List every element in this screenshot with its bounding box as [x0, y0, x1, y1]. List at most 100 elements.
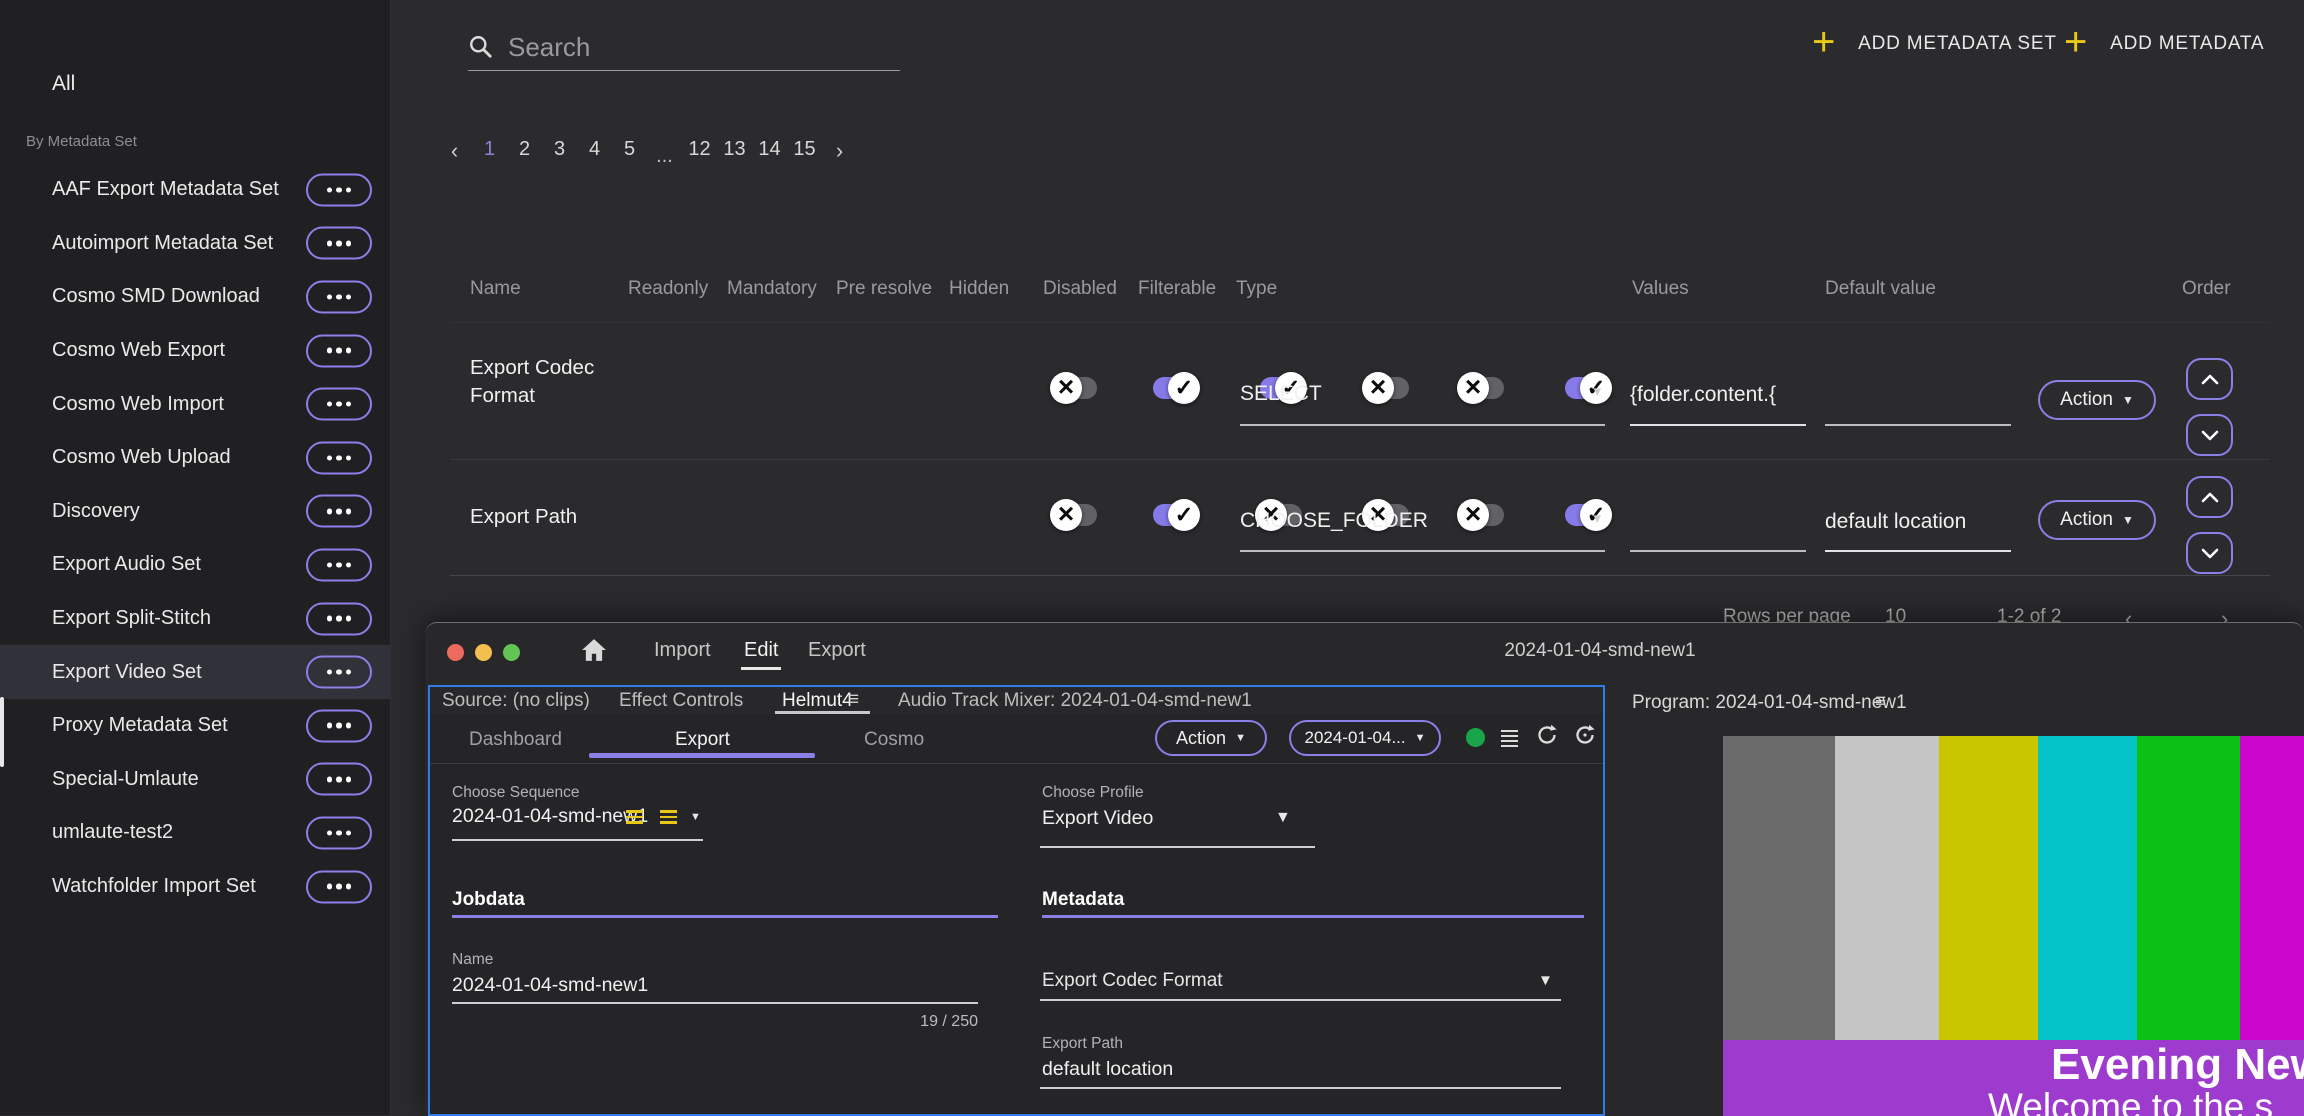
choose-sequence-value[interactable]: 2024-01-04-smd-new1	[452, 805, 648, 828]
page-number[interactable]: 15	[787, 138, 822, 164]
item-menu-button[interactable]	[306, 548, 372, 582]
page-number[interactable]: 3	[542, 138, 577, 164]
sidebar-item[interactable]: Autoimport Metadata Set	[0, 217, 390, 271]
item-menu-button[interactable]	[306, 441, 372, 475]
sequence-select-icon[interactable]	[626, 810, 643, 824]
helmut-sequence-dropdown[interactable]: 2024-01-04... ▼	[1289, 720, 1441, 756]
panel-tab-helmut4[interactable]: Helmut4	[782, 690, 853, 712]
chevron-down-icon[interactable]: ▼	[690, 811, 701, 823]
toggle-mandatory[interactable]	[1148, 498, 1200, 532]
item-menu-button[interactable]	[306, 870, 372, 904]
search-input[interactable]	[506, 30, 900, 64]
add-metadata-button[interactable]: + ADD METADATA	[2058, 22, 2270, 62]
field-underline	[452, 839, 703, 841]
item-menu-button[interactable]	[306, 602, 372, 636]
item-menu-button[interactable]	[306, 655, 372, 689]
page-number[interactable]: 12	[682, 138, 717, 164]
toggle-mandatory[interactable]	[1148, 371, 1200, 405]
item-menu-button[interactable]	[306, 709, 372, 743]
helmut-tab-cosmo[interactable]: Cosmo	[864, 729, 924, 751]
helmut-tab-export[interactable]: Export	[675, 729, 730, 751]
type-select[interactable]: SELECT ▾	[1240, 382, 1605, 406]
move-down-button[interactable]	[2186, 532, 2233, 574]
item-menu-button[interactable]	[306, 387, 372, 421]
values-field[interactable]: {folder.content.{	[1630, 383, 1806, 407]
maximize-window-button[interactable]	[503, 644, 520, 661]
tab-import[interactable]: Import	[654, 639, 711, 662]
smpte-color-bars	[1723, 736, 2304, 1040]
panel-tab-effect-controls[interactable]: Effect Controls	[619, 690, 743, 712]
helmut-tab-dashboard[interactable]: Dashboard	[469, 729, 562, 751]
sidebar-item[interactable]: AAF Export Metadata Set	[0, 163, 390, 217]
item-menu-button[interactable]	[306, 494, 372, 528]
sidebar-item-all[interactable]: All	[52, 72, 75, 96]
sidebar-item[interactable]: Cosmo Web Import	[0, 377, 390, 431]
sidebar-scrollbar[interactable]	[0, 697, 4, 767]
tab-edit[interactable]: Edit	[744, 639, 778, 662]
item-menu-button[interactable]	[306, 816, 372, 850]
move-up-button[interactable]	[2186, 476, 2233, 518]
sidebar-item[interactable]: Special-Umlaute	[0, 753, 390, 807]
move-down-button[interactable]	[2186, 414, 2233, 456]
tab-export[interactable]: Export	[808, 639, 866, 662]
sidebar-item[interactable]: Discovery	[0, 485, 390, 539]
sidebar-item-selected[interactable]: Export Video Set	[0, 645, 390, 699]
action-label: Action	[2060, 509, 2113, 530]
page-number[interactable]: 1	[472, 138, 507, 164]
page-number[interactable]: 14	[752, 138, 787, 164]
helmut-action-dropdown[interactable]: Action ▼	[1155, 720, 1267, 756]
page-number[interactable]: 13	[717, 138, 752, 164]
log-list-icon[interactable]	[1501, 730, 1518, 748]
page-number[interactable]: 2	[507, 138, 542, 164]
sidebar-item[interactable]: Proxy Metadata Set	[0, 699, 390, 753]
type-select[interactable]: CHOOSE_FOLDER ▾	[1240, 509, 1605, 533]
sequence-list-icon[interactable]	[660, 810, 677, 824]
panel-menu-icon[interactable]: ≡	[1875, 691, 1886, 713]
item-menu-button[interactable]	[306, 173, 372, 207]
sidebar-item[interactable]: Export Split-Stitch	[0, 592, 390, 646]
page-next[interactable]: ›	[822, 138, 857, 164]
item-menu-button[interactable]	[306, 334, 372, 368]
page-ellipsis[interactable]: ...	[647, 145, 682, 171]
add-metadata-set-button[interactable]: + ADD METADATA SET	[1806, 20, 2063, 64]
toggle-readonly[interactable]	[1050, 371, 1102, 405]
chevron-down-icon[interactable]: ▼	[1275, 809, 1291, 827]
sidebar-item[interactable]: umlaute-test2	[0, 806, 390, 860]
search-icon	[470, 36, 492, 58]
export-codec-format-dropdown[interactable]: Export Codec Format	[1042, 970, 1223, 992]
item-menu-button[interactable]	[306, 762, 372, 796]
item-menu-button[interactable]	[306, 226, 372, 260]
action-button[interactable]: Action ▼	[2038, 380, 2156, 420]
export-path-input[interactable]: default location	[1042, 1058, 1173, 1081]
toggle-readonly[interactable]	[1050, 498, 1102, 532]
minimize-window-button[interactable]	[475, 644, 492, 661]
close-window-button[interactable]	[447, 644, 464, 661]
name-label: Name	[452, 951, 494, 968]
action-button[interactable]: Action ▼	[2038, 500, 2156, 540]
chevron-down-icon[interactable]: ▼	[1538, 972, 1553, 989]
sidebar-item[interactable]: Cosmo SMD Download	[0, 270, 390, 324]
page-number[interactable]: 5	[612, 138, 647, 164]
move-up-button[interactable]	[2186, 358, 2233, 400]
sidebar-item[interactable]: Export Audio Set	[0, 538, 390, 592]
panel-tab-source[interactable]: Source: (no clips)	[442, 690, 590, 712]
search-field[interactable]	[468, 24, 900, 71]
choose-profile-value[interactable]: Export Video	[1042, 807, 1153, 830]
sidebar-item[interactable]: Cosmo Web Upload	[0, 431, 390, 485]
refresh-icon[interactable]	[1535, 723, 1559, 752]
sidebar-item[interactable]: Cosmo Web Export	[0, 324, 390, 378]
home-icon[interactable]	[581, 638, 607, 667]
item-menu-button[interactable]	[306, 280, 372, 314]
default-value-field[interactable]: default location	[1825, 510, 2011, 534]
window-titlebar[interactable]: Import Edit Export 2024-01-04-smd-new1	[425, 623, 2304, 681]
action-label: Action	[2060, 389, 2113, 410]
sync-icon[interactable]	[1573, 723, 1597, 752]
page-prev[interactable]: ‹	[437, 138, 472, 164]
page-number[interactable]: 4	[577, 138, 612, 164]
name-input[interactable]: 2024-01-04-smd-new1	[452, 974, 648, 997]
panel-tab-audio-track-mixer[interactable]: Audio Track Mixer: 2024-01-04-smd-new1	[898, 690, 1252, 712]
table-row: Export Path CHOOSE_FOLDER ▾ default loca…	[440, 459, 2280, 575]
panel-menu-icon[interactable]: ≡	[848, 689, 859, 711]
plus-icon: +	[1812, 20, 1837, 64]
sidebar-item[interactable]: Watchfolder Import Set	[0, 860, 390, 914]
